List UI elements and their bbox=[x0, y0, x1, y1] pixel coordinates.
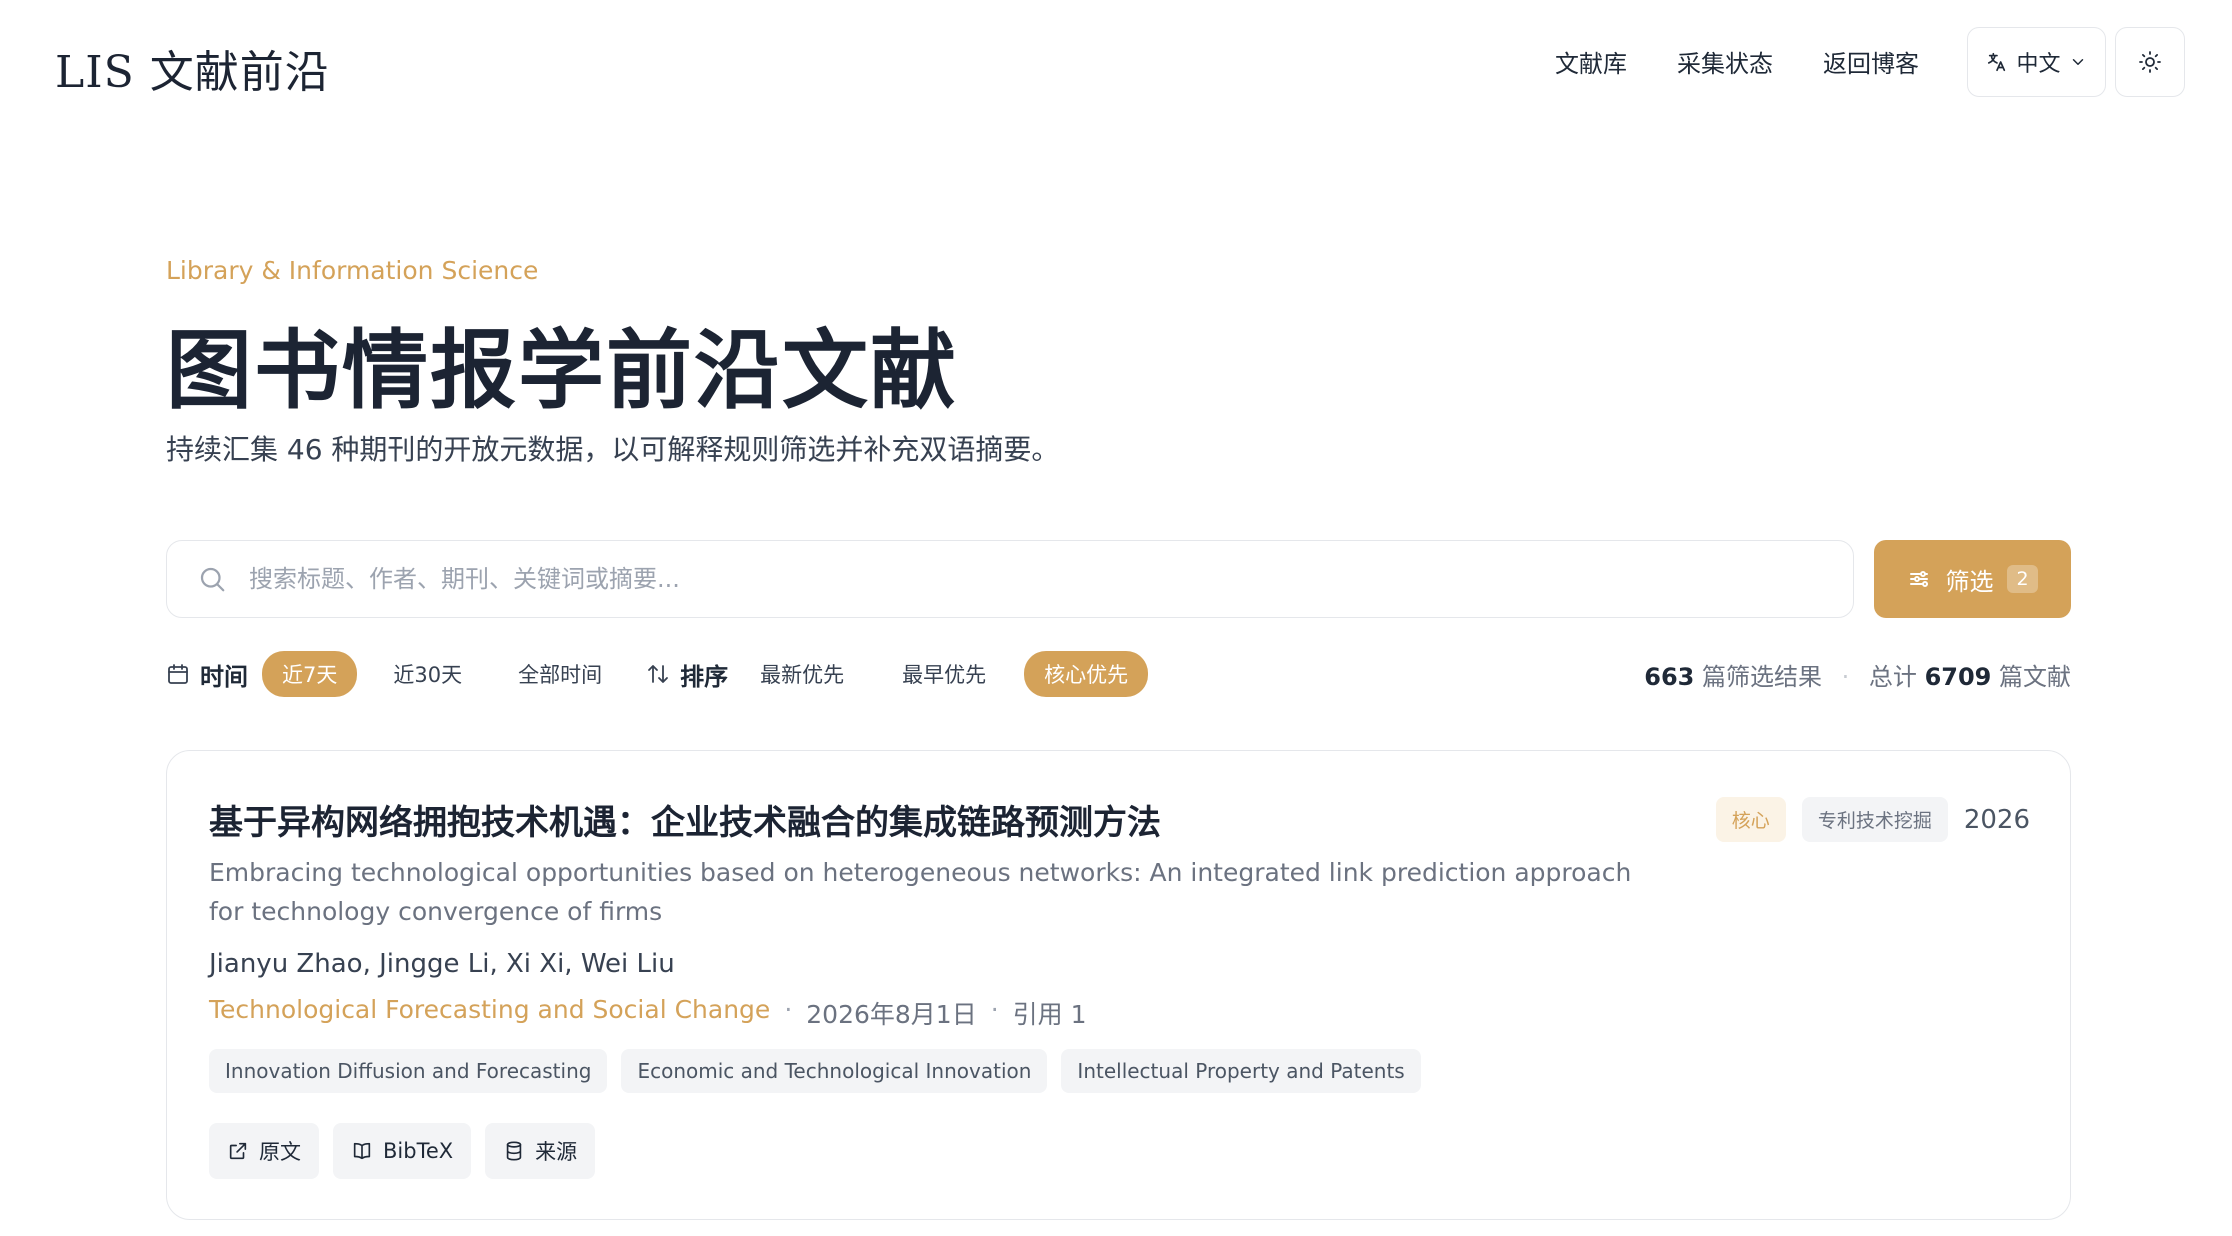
database-icon bbox=[503, 1140, 525, 1162]
calendar-icon bbox=[166, 662, 190, 686]
core-badge: 核心 bbox=[1715, 797, 1786, 842]
time-label-text: 时间 bbox=[200, 662, 248, 691]
filter-button[interactable]: 筛选 2 bbox=[1874, 540, 2071, 618]
article-badges: 核心 专利技术挖掘 2026 bbox=[1715, 797, 2030, 842]
page-subtitle: 持续汇集 46 种期刊的开放元数据，以可解释规则筛选并补充双语摘要。 bbox=[166, 433, 1060, 466]
time-filter-label: 时间 bbox=[166, 657, 248, 692]
article-year: 2026 bbox=[1963, 804, 2030, 835]
topic-badge: 专利技术挖掘 bbox=[1801, 797, 1948, 842]
language-selector[interactable]: 中文 bbox=[1967, 27, 2106, 97]
sun-icon bbox=[2138, 50, 2162, 74]
hero-eyebrow: Library & Information Science bbox=[166, 256, 539, 285]
results-toolbar: 时间 近7天 近30天 全部时间 排序 最新优先 最早优先 核心优先 663 篇… bbox=[166, 651, 2071, 697]
filtered-count: 663 bbox=[1644, 662, 1695, 691]
book-icon bbox=[351, 1140, 373, 1162]
sliders-icon bbox=[1907, 567, 1931, 591]
nav-back-to-blog[interactable]: 返回博客 bbox=[1823, 44, 1919, 79]
results-stats: 663 篇筛选结果 · 总计 6709 篇文献 bbox=[1644, 657, 2071, 692]
external-link-icon bbox=[227, 1140, 249, 1162]
article-title-en: Embracing technological opportunities ba… bbox=[209, 858, 1632, 926]
time-option-all[interactable]: 全部时间 bbox=[498, 651, 622, 697]
article-journal[interactable]: Technological Forecasting and Social Cha… bbox=[209, 995, 770, 1031]
source-label: 来源 bbox=[535, 1140, 578, 1164]
meta-separator: · bbox=[990, 995, 999, 1024]
filtered-suffix: 篇筛选结果 bbox=[1702, 662, 1822, 691]
stats-separator: · bbox=[1841, 662, 1850, 691]
main-nav: 文献库 采集状态 返回博客 bbox=[1555, 44, 1919, 79]
sort-label-text: 排序 bbox=[680, 662, 729, 691]
article-actions: 原文 BibTeX 来源 bbox=[209, 1123, 596, 1179]
article-citations: 引用 1 bbox=[1012, 1000, 1087, 1029]
nav-collection-status[interactable]: 采集状态 bbox=[1677, 44, 1773, 79]
sort-label: 排序 bbox=[646, 657, 728, 692]
search-icon bbox=[197, 564, 227, 594]
search-bar bbox=[166, 540, 1854, 618]
sort-option-newest[interactable]: 最新优先 bbox=[740, 651, 864, 697]
language-label: 中文 bbox=[2016, 52, 2061, 77]
translate-icon bbox=[1986, 51, 2008, 73]
original-link-label: 原文 bbox=[259, 1140, 301, 1164]
sort-arrows-icon bbox=[646, 662, 670, 686]
total-count: 6709 bbox=[1924, 662, 1992, 691]
page-title: 图书情报学前沿文献 bbox=[166, 320, 958, 421]
article-card[interactable]: 基于异构网络拥抱技术机遇：企业技术融合的集成链路预测方法 核心 专利技术挖掘 2… bbox=[166, 750, 2071, 1220]
site-logo[interactable]: LIS 文献前沿 bbox=[55, 36, 330, 100]
total-suffix: 篇文献 bbox=[1999, 662, 2071, 691]
source-button[interactable]: 来源 bbox=[485, 1123, 596, 1179]
topic-tag[interactable]: Economic and Technological Innovation bbox=[621, 1049, 1048, 1093]
bibtex-button[interactable]: BibTeX bbox=[333, 1123, 472, 1179]
sort-option-core-first[interactable]: 核心优先 bbox=[1024, 651, 1149, 697]
topic-tag[interactable]: Intellectual Property and Patents bbox=[1061, 1049, 1421, 1093]
time-option-30d[interactable]: 近30天 bbox=[373, 651, 482, 697]
article-tags: Innovation Diffusion and Forecasting Eco… bbox=[209, 1049, 1421, 1093]
topic-tag[interactable]: Innovation Diffusion and Forecasting bbox=[209, 1049, 608, 1093]
filter-count-badge: 2 bbox=[2007, 565, 2038, 593]
theme-toggle-button[interactable] bbox=[2115, 27, 2185, 97]
bibtex-label: BibTeX bbox=[383, 1139, 454, 1163]
site-header: LIS 文献前沿 文献库 采集状态 返回博客 中文 bbox=[0, 0, 2232, 124]
sort-option-oldest[interactable]: 最早优先 bbox=[882, 651, 1006, 697]
total-prefix: 总计 bbox=[1868, 662, 1917, 691]
article-meta: Technological Forecasting and Social Cha… bbox=[209, 995, 1087, 1031]
search-input[interactable] bbox=[249, 565, 1749, 593]
chevron-down-icon bbox=[2069, 53, 2087, 71]
article-date: 2026年8月1日 bbox=[806, 1000, 977, 1029]
time-option-7d[interactable]: 近7天 bbox=[262, 651, 358, 697]
original-link-button[interactable]: 原文 bbox=[209, 1123, 319, 1179]
article-authors: Jianyu Zhao, Jingge Li, Xi Xi, Wei Liu bbox=[209, 949, 675, 979]
article-title-zh[interactable]: 基于异构网络拥抱技术机遇：企业技术融合的集成链路预测方法 bbox=[209, 795, 1161, 844]
meta-separator: · bbox=[784, 995, 793, 1024]
filter-button-label: 筛选 bbox=[1945, 567, 1994, 596]
nav-library[interactable]: 文献库 bbox=[1555, 44, 1627, 79]
